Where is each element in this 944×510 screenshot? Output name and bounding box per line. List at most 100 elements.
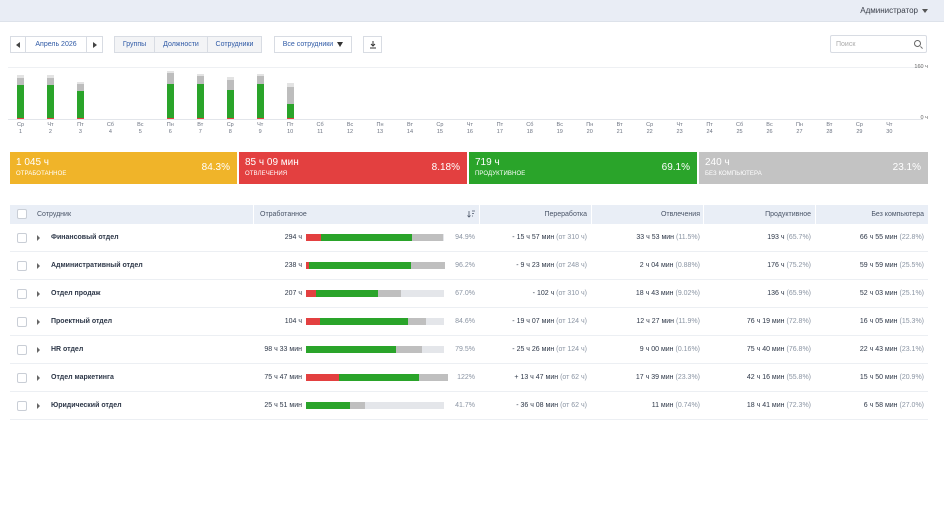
expand-icon[interactable] (37, 347, 40, 353)
chart-bar-segment[interactable] (76, 81, 84, 85)
chart-bar-segment[interactable] (46, 118, 54, 119)
worked-percent: 94.9% (455, 234, 475, 241)
table-row[interactable]: Финансовый отдел 294 ч 94.9% - 15 ч 57 мин … (10, 224, 928, 252)
summary-card[interactable]: 1 045 ч ОТРАБОТАННОЕ 84.3% (10, 152, 237, 184)
chart-bar-segment[interactable] (286, 104, 294, 119)
table-row[interactable]: Административный отдел 238 ч 96.2% - 9 ч 23… (10, 252, 928, 280)
table-row[interactable]: Проектный отдел 104 ч 84.6% - 19 ч 07 мин (… (10, 308, 928, 336)
expand-icon[interactable] (37, 291, 40, 297)
chart-bar-segment[interactable] (46, 77, 54, 85)
expand-icon[interactable] (37, 263, 40, 269)
expand-icon[interactable] (37, 403, 40, 409)
chart-date-label: 16 (466, 129, 473, 135)
summary-card[interactable]: 240 ч БЕЗ КОМПЬЮТЕРА 23.1% (699, 152, 928, 184)
chart-bar-segment[interactable] (166, 70, 174, 74)
chart-day-label: Вс 12 (338, 122, 362, 136)
productive: 76 ч 19 мин (72.8%) (747, 318, 811, 325)
chart-baseline (8, 119, 923, 120)
row-checkbox[interactable] (17, 373, 27, 383)
chart-bar-segment[interactable] (17, 84, 24, 119)
chart-bar-segment[interactable] (256, 83, 264, 118)
row-checkbox[interactable] (17, 401, 27, 411)
col-employee[interactable]: Сотрудник (37, 211, 71, 218)
view-positions-button[interactable]: Должности (154, 36, 208, 53)
offline: 15 ч 50 мин (20.9%) (860, 374, 924, 381)
chart-bar-segment[interactable] (166, 83, 174, 118)
chart-bar-segment[interactable] (196, 73, 204, 77)
col-distractions[interactable]: Отвлечения (661, 211, 700, 218)
chart-bar-segment[interactable] (196, 76, 204, 84)
distractions: 17 ч 39 мин (23.3%) (636, 374, 700, 381)
worked-hours: 294 ч (284, 234, 302, 241)
chart-day-label: Вт 7 (188, 122, 212, 136)
summary-value: 85 ч 09 мин (245, 157, 299, 168)
chart-bar-segment[interactable] (76, 91, 84, 119)
productive-value: 42 ч 16 мин (746, 374, 785, 381)
col-worked[interactable]: Отработанное (260, 211, 307, 218)
chart-bar-segment[interactable] (46, 84, 54, 119)
distractions-detail: (11.5%) (676, 234, 700, 241)
view-employees-button[interactable]: Сотрудники (207, 36, 262, 53)
summary-card[interactable]: 719 ч ПРОДУКТИВНОЕ 69.1% (469, 152, 697, 184)
chart-bar-segment[interactable] (286, 86, 294, 105)
chart-bar-segment[interactable] (17, 75, 24, 78)
chart-bar-segment[interactable] (17, 118, 24, 119)
table-row[interactable]: Отдел продаж 207 ч 67.0% - 102 ч (от 310 ч)… (10, 280, 928, 308)
search-icon[interactable] (914, 40, 921, 47)
employee-filter-button[interactable]: Все сотрудники (274, 36, 352, 53)
row-checkbox[interactable] (17, 289, 27, 299)
row-checkbox[interactable] (17, 317, 27, 327)
table-row[interactable]: Отдел маркетинга 75 ч 47 мин 122% + 13 ч 47… (10, 364, 928, 392)
col-productive[interactable]: Продуктивное (765, 211, 811, 218)
sort-icon[interactable] (467, 210, 475, 218)
productive-detail: (72.3%) (786, 402, 811, 409)
chart-bar-segment[interactable] (226, 79, 234, 91)
chart-bar-segment[interactable] (17, 77, 24, 85)
month-picker[interactable]: Апрель 2026 (25, 36, 87, 53)
chart-bar-segment[interactable] (226, 118, 234, 119)
progress-red-segment (306, 374, 340, 381)
row-checkbox[interactable] (17, 345, 27, 355)
chart-bar-segment[interactable] (46, 75, 54, 78)
chart-date-label: 21 (616, 129, 623, 135)
row-checkbox[interactable] (17, 233, 27, 243)
chart-day-label: Пт 17 (488, 122, 512, 136)
chart-bar-segment[interactable] (196, 118, 204, 119)
expand-icon[interactable] (37, 375, 40, 381)
chart-bar-segment[interactable] (256, 73, 264, 77)
chart-day-label: Ср 1 (9, 122, 33, 136)
table-row[interactable]: Юридический отдел 25 ч 51 мин 41.7% - 36 ч … (10, 392, 928, 420)
expand-icon[interactable] (37, 319, 40, 325)
search-input[interactable] (831, 36, 909, 52)
chart-bar-segment[interactable] (256, 118, 264, 119)
summary-card[interactable]: 85 ч 09 мин ОТВЛЕЧЕНИЯ 8.18% (239, 152, 467, 184)
chart-bar-segment[interactable] (76, 118, 84, 119)
view-groups-button[interactable]: Группы (114, 36, 155, 53)
chart-bar-segment[interactable] (196, 83, 204, 118)
distractions-detail: (0.16%) (675, 346, 700, 353)
chart-bar-segment[interactable] (286, 83, 294, 87)
chart-bar-segment[interactable] (76, 84, 84, 92)
row-checkbox[interactable] (17, 261, 27, 271)
download-button[interactable] (363, 36, 382, 53)
user-menu[interactable]: Администратор (860, 6, 928, 15)
prev-month-button[interactable] (10, 36, 26, 53)
progress-red-segment (306, 318, 320, 325)
chart-bar-segment[interactable] (256, 76, 264, 84)
next-month-button[interactable] (86, 36, 103, 53)
worked-progress-bar (306, 290, 444, 297)
col-overtime[interactable]: Переработка (544, 211, 587, 218)
chart-bar-segment[interactable] (226, 77, 234, 80)
chart-bar-segment[interactable] (226, 90, 234, 118)
col-offline[interactable]: Без компьютера (871, 211, 924, 218)
chart-bar-segment[interactable] (166, 73, 174, 84)
table-row[interactable]: HR отдел 98 ч 33 мин 79.5% - 25 ч 26 мин (о… (10, 336, 928, 364)
chart-bar-segment[interactable] (166, 118, 174, 119)
chart-dow-label: Пн (166, 122, 174, 128)
select-all-checkbox[interactable] (17, 209, 27, 219)
chart-gridline-top (8, 67, 923, 68)
department-name: Юридический отдел (51, 402, 122, 409)
chart-bar-segment[interactable] (286, 118, 294, 119)
expand-icon[interactable] (37, 235, 40, 241)
chart-day-label: Ср 22 (638, 122, 662, 136)
